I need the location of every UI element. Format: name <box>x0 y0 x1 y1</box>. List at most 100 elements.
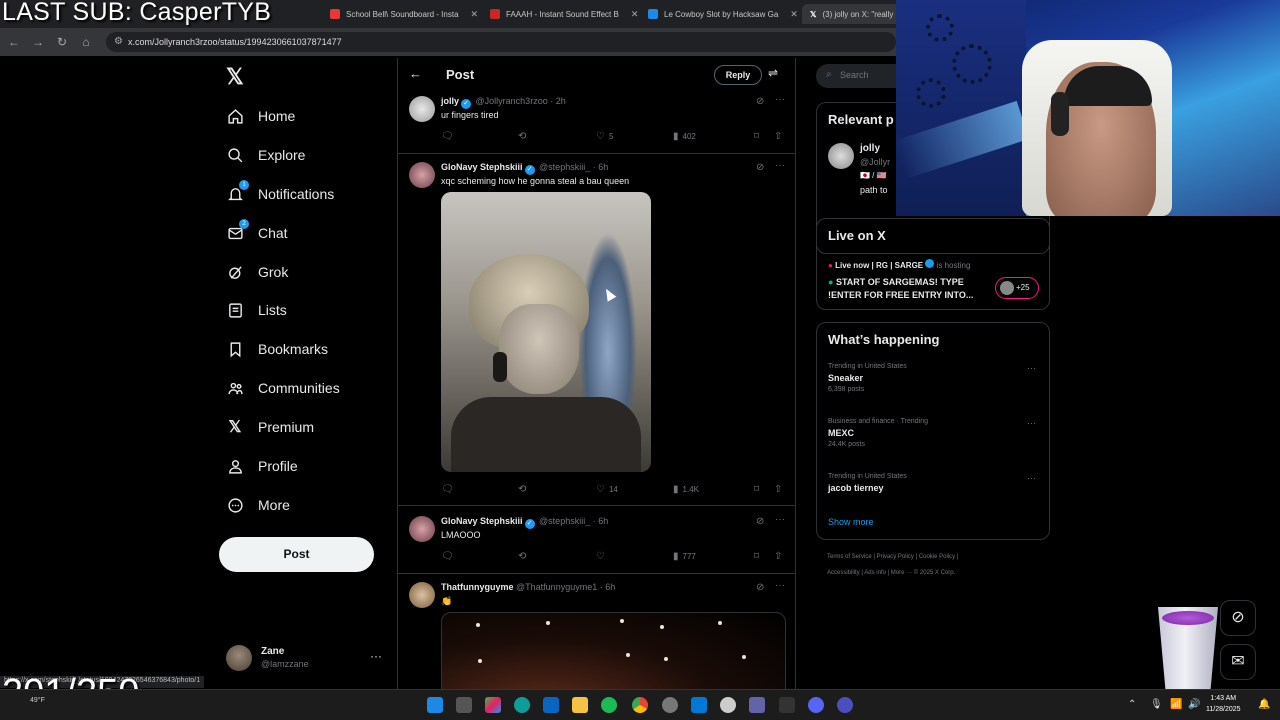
avatar[interactable] <box>828 143 854 169</box>
retweet-icon[interactable]: ⟲ <box>518 551 526 562</box>
discord-icon[interactable] <box>808 697 824 713</box>
relevant-user-handle[interactable]: @Jollyr <box>860 157 890 167</box>
retweet-icon[interactable]: ⟲ <box>518 484 526 495</box>
nav-item-grok[interactable]: Grok <box>226 257 288 287</box>
post-button[interactable]: Post <box>219 537 374 572</box>
account-switcher[interactable]: Zane @lamzzane ··· <box>226 643 386 673</box>
wifi-icon[interactable]: 📶 <box>1170 699 1182 710</box>
retweet-icon[interactable]: ⟲ <box>518 131 526 142</box>
nav-item-home[interactable]: Home <box>226 101 295 131</box>
show-more-link[interactable]: Show more <box>828 517 874 527</box>
trend-item[interactable]: Trending in United States Sneaker 6,398 … <box>828 363 907 393</box>
live-listeners-pill[interactable]: +25 <box>995 277 1039 299</box>
like-button[interactable]: ♡ <box>596 551 609 562</box>
grok-icon[interactable]: ⊘ <box>756 162 764 173</box>
bookmark-icon[interactable]: ⌑ <box>754 131 759 142</box>
avatar[interactable] <box>409 96 435 122</box>
tweet[interactable]: jolly ✓ @Jollyranch3rzoo · 2h ur fingers … <box>398 94 795 154</box>
tweet-media[interactable] <box>441 612 786 689</box>
copilot-icon[interactable] <box>485 697 501 713</box>
app-icon[interactable] <box>837 697 853 713</box>
tweet-video[interactable] <box>441 192 651 472</box>
close-icon[interactable]: ✕ <box>631 9 639 20</box>
sliders-icon[interactable]: ⇌ <box>768 66 778 80</box>
x-logo-icon[interactable]: 𝕏 <box>226 64 244 90</box>
site-info-icon[interactable]: ⚙ <box>114 36 123 47</box>
reply-icon[interactable]: 🗨 <box>441 551 454 562</box>
timestamp[interactable]: 6h <box>605 582 615 592</box>
browser-tab[interactable]: FAAAH - Instant Sound Effect B ✕ <box>490 4 640 24</box>
more-icon[interactable]: ··· <box>1027 418 1036 428</box>
teams-icon[interactable] <box>749 697 765 713</box>
live-on-x-card[interactable]: Live on X ● Live now | RG | SARGE is hos… <box>816 218 1050 310</box>
author-name[interactable]: GloNavy Stephskiii <box>441 516 523 526</box>
more-icon[interactable]: ··· <box>370 649 382 663</box>
author-handle[interactable]: @Thatfunnyguyme1 <box>516 582 597 592</box>
forward-icon[interactable]: → <box>26 35 50 49</box>
nav-item-bookmarks[interactable]: Bookmarks <box>226 334 328 364</box>
nav-item-more[interactable]: More <box>226 490 290 520</box>
grok-float-button[interactable]: ⊘ <box>1220 600 1256 636</box>
edge-icon[interactable] <box>514 697 530 713</box>
share-icon[interactable]: ⇧ <box>774 131 782 142</box>
home-icon[interactable]: ⌂ <box>74 35 98 49</box>
views-button[interactable]: ▮ 1.4K <box>673 484 699 495</box>
timestamp[interactable]: 2h <box>556 96 566 106</box>
reply-icon[interactable]: 🗨 <box>441 131 454 142</box>
nav-item-explore[interactable]: Explore <box>226 140 305 170</box>
reply-icon[interactable]: 🗨 <box>441 484 454 495</box>
close-icon[interactable]: ✕ <box>790 9 798 20</box>
like-button[interactable]: ♡ 5 <box>596 131 613 142</box>
footer-links[interactable]: Terms of Service | Privacy Policy | Cook… <box>827 554 958 560</box>
close-icon[interactable]: ✕ <box>471 9 479 20</box>
timestamp[interactable]: 6h <box>598 162 608 172</box>
views-button[interactable]: ▮ 777 <box>673 551 696 562</box>
task-view-icon[interactable] <box>456 697 472 713</box>
relevant-user-name[interactable]: jolly <box>860 143 880 154</box>
browser-tab-active[interactable]: 𝕏 (3) jolly on X: "really <box>802 4 902 24</box>
chrome-icon[interactable] <box>632 697 648 713</box>
tweet[interactable]: GloNavy Stephskiii ✓ @stephskiii_ · 6h xq… <box>398 160 795 506</box>
more-icon[interactable]: ··· <box>775 94 785 105</box>
author-name[interactable]: Thatfunnyguyme <box>441 582 514 592</box>
nav-item-communities[interactable]: Communities <box>226 373 340 403</box>
app-icon[interactable] <box>779 697 795 713</box>
outlook-icon[interactable] <box>543 697 559 713</box>
tweet[interactable]: GloNavy Stephskiii ✓ @stephskiii_ · 6h LM… <box>398 514 795 574</box>
back-arrow-icon[interactable]: ← <box>409 66 422 81</box>
obs-icon[interactable] <box>662 697 678 713</box>
avatar[interactable] <box>409 162 435 188</box>
grok-icon[interactable]: ⊘ <box>756 582 764 593</box>
trend-item[interactable]: Business and finance · Trending MEXC 24.… <box>828 418 928 448</box>
author-name[interactable]: GloNavy Stephskiii <box>441 162 523 172</box>
more-icon[interactable]: ··· <box>775 514 785 525</box>
trend-item[interactable]: Trending in United States jacob tierney <box>828 473 907 493</box>
app-icon[interactable] <box>720 697 736 713</box>
share-icon[interactable]: ⇧ <box>774 484 782 495</box>
more-icon[interactable]: ··· <box>1027 473 1036 483</box>
more-icon[interactable]: ··· <box>1027 363 1036 373</box>
author-handle[interactable]: @Jollyranch3rzoo <box>476 96 548 106</box>
timestamp[interactable]: 6h <box>598 516 608 526</box>
browser-tab[interactable]: School Bell\ Soundboard - Insta ✕ <box>330 4 480 24</box>
avatar[interactable] <box>409 516 435 542</box>
footer-links-2[interactable]: Accessibility | Ads info | More ··· © 20… <box>827 570 955 576</box>
grok-icon[interactable]: ⊘ <box>756 516 764 527</box>
nav-item-lists[interactable]: Lists <box>226 295 287 325</box>
like-button[interactable]: ♡ 14 <box>596 484 618 495</box>
nav-item-profile[interactable]: Profile <box>226 451 298 481</box>
nav-item-notifications[interactable]: 1 Notifications <box>226 179 334 209</box>
notification-icon[interactable]: 🔔 <box>1258 699 1270 710</box>
system-clock[interactable]: 1:43 AM 11/28/2025 <box>1206 693 1241 715</box>
reply-button[interactable]: Reply <box>714 65 762 85</box>
nav-item-premium[interactable]: 𝕏 Premium <box>226 412 314 442</box>
bookmark-icon[interactable]: ⌑ <box>754 484 759 495</box>
more-icon[interactable]: ··· <box>775 160 785 171</box>
share-icon[interactable]: ⇧ <box>774 551 782 562</box>
nav-item-chat[interactable]: 2 Chat <box>226 218 288 248</box>
weather-widget[interactable]: 49°F <box>30 696 45 705</box>
volume-icon[interactable]: 🔊 <box>1188 699 1200 710</box>
more-icon[interactable]: ··· <box>775 580 785 591</box>
views-button[interactable]: ▮ 402 <box>673 131 696 142</box>
grok-icon[interactable]: ⊘ <box>756 96 764 107</box>
